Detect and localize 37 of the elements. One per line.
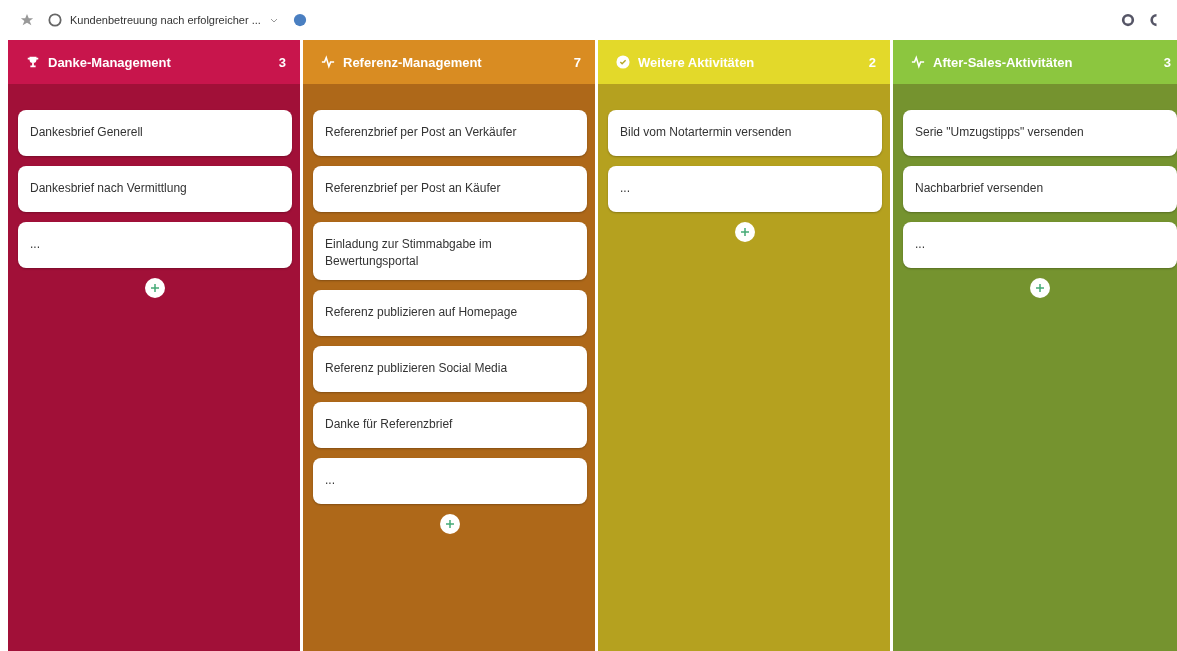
plus-icon [150, 283, 160, 293]
column-title: Referenz-Management [343, 54, 483, 70]
column-title: Weitere Aktivitäten [638, 54, 756, 70]
task-card[interactable]: Danke für Referenzbrief [313, 401, 587, 448]
task-card[interactable]: Referenzbrief per Post an Verkäufer [313, 110, 587, 156]
trophy-icon [26, 55, 40, 69]
task-card[interactable]: Referenzbrief per Post an Käufer [313, 166, 587, 212]
task-card[interactable]: Nachbarbrief versenden [903, 166, 1177, 212]
add-button[interactable] [1030, 278, 1050, 298]
add-button[interactable] [145, 278, 165, 298]
card-count: 7 [573, 54, 581, 70]
task-card[interactable]: Dankesbrief Generell [18, 110, 292, 156]
profile-icon[interactable] [292, 13, 307, 27]
card-count: 3 [1163, 54, 1171, 70]
task-card[interactable]: ... [608, 166, 882, 212]
plus-icon [1035, 283, 1045, 293]
card-count: 2 [868, 54, 876, 70]
task-card[interactable]: ... [18, 222, 292, 268]
plus-icon [445, 518, 455, 529]
card-count: 3 [278, 54, 286, 70]
task-card[interactable]: Referenz publizieren auf Homepage [313, 289, 587, 336]
task-card[interactable]: Referenz publizieren Social Media [313, 345, 587, 392]
task-card[interactable]: ... [313, 457, 587, 504]
task-card[interactable]: Dankesbrief nach Vermittlung [18, 166, 292, 212]
task-card[interactable]: Bild vom Notartermin versenden [608, 110, 882, 156]
column-title: After-Sales-Aktivitäten [933, 54, 1074, 70]
pulse-icon [911, 55, 925, 69]
column-title: Danke-Management [48, 54, 172, 70]
check-circle-icon [616, 55, 630, 69]
task-card[interactable]: Serie "Umzugstipps" versenden [903, 110, 1177, 156]
star-icon[interactable] [20, 13, 34, 27]
tab-title[interactable]: Kundenbetreuung nach erfolgreicher ... [70, 14, 261, 26]
task-card[interactable]: ... [903, 222, 1177, 268]
task-card[interactable]: Einladung zur Stimmabgabe im Bewertungsportal [313, 222, 587, 280]
plus-icon [740, 227, 750, 237]
add-button[interactable] [440, 513, 460, 534]
pulse-icon [321, 55, 335, 69]
